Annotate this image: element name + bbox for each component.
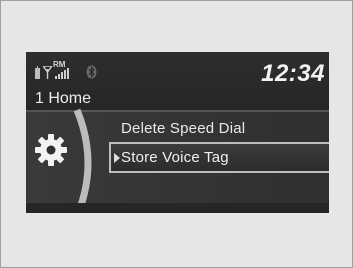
- selector-arrow-icon: [114, 153, 120, 163]
- battery-icon: [35, 66, 40, 79]
- clock: 12:34: [261, 60, 325, 87]
- menu-item-label: Store Voice Tag: [121, 149, 229, 166]
- menu-item-delete-speed-dial[interactable]: Delete Speed Dial: [121, 120, 245, 137]
- menu-item-store-voice-tag[interactable]: Store Voice Tag: [109, 142, 329, 173]
- roaming-indicator: RM: [53, 60, 66, 69]
- settings-icon-zone: [26, 108, 106, 213]
- screen-bottom-band: [26, 203, 329, 213]
- gear-icon: [35, 134, 67, 166]
- phone-menu-screen: RM 12:34 1 Home Delete Speed Dial Store …: [26, 52, 329, 213]
- bluetooth-icon: [86, 65, 97, 79]
- status-bar: RM 12:34 1 Home: [26, 52, 329, 110]
- antenna-icon: [43, 66, 52, 79]
- menu-area: Delete Speed Dial Store Voice Tag: [26, 108, 329, 213]
- selection-arc-icon: [73, 108, 92, 213]
- manual-illustration-frame: RM 12:34 1 Home Delete Speed Dial Store …: [0, 0, 353, 268]
